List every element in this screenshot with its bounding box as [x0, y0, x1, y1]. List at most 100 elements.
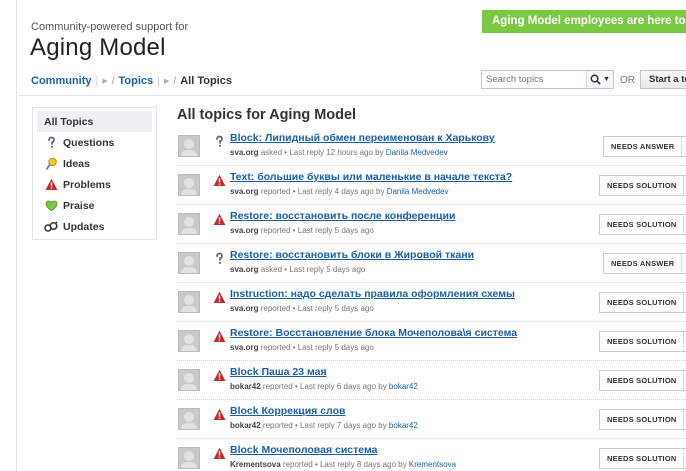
- start-topic-button[interactable]: Start a topic: [640, 70, 686, 89]
- topic-status-button[interactable]: NEEDS SOLUTION☆▼: [599, 448, 686, 469]
- topic-title-link[interactable]: Instruction: надо сделать правила оформл…: [230, 288, 515, 300]
- topic-reply-author[interactable]: Danila Medvedev: [387, 187, 449, 196]
- breadcrumb: Community | ▶ / Topics | ▶ / All Topics: [31, 75, 232, 87]
- search-input[interactable]: [482, 74, 586, 85]
- topic-action: reported: [262, 421, 293, 430]
- topic-title-link[interactable]: Block Паша 23 мая: [230, 366, 327, 378]
- warning-icon: [213, 330, 226, 343]
- topic-row[interactable]: Instruction: надо сделать правила оформл…: [177, 283, 686, 322]
- topic-row[interactable]: Block Мочеполовая система Krementsova rep…: [177, 439, 686, 471]
- topic-status-button[interactable]: NEEDS SOLUTION☆▼: [599, 409, 686, 430]
- avatar[interactable]: [178, 330, 200, 352]
- company-title: Aging Model: [30, 34, 166, 61]
- topic-row[interactable]: Text: большие буквы или маленькие в нача…: [177, 166, 686, 205]
- topic-author[interactable]: sva.org: [230, 226, 258, 235]
- topic-title-link[interactable]: Block Коррекция слов: [230, 405, 345, 417]
- star-icon[interactable]: ☆: [682, 258, 686, 269]
- breadcrumb-community[interactable]: Community: [31, 75, 92, 87]
- topic-status-button[interactable]: NEEDS SOLUTION☆▼: [599, 331, 686, 352]
- topic-status-button[interactable]: NEEDS SOLUTION☆▼: [599, 214, 686, 235]
- topic-reply-author[interactable]: bokar42: [389, 382, 418, 391]
- topic-title-link[interactable]: Text: большие буквы или маленькие в нача…: [230, 171, 512, 183]
- breadcrumb-divider: |: [157, 75, 161, 87]
- topic-meta: sva.org reported • Last reply 4 days ago…: [230, 187, 449, 196]
- topic-reply-author[interactable]: Krementsova: [409, 460, 456, 469]
- topic-title-link[interactable]: Restore: восстановить после конференции: [230, 210, 455, 222]
- topic-author[interactable]: sva.org: [230, 304, 258, 313]
- topic-status-button[interactable]: NEEDS ANSWER☆▼: [603, 136, 686, 157]
- topic-author[interactable]: bokar42: [230, 421, 261, 430]
- topic-status-button[interactable]: NEEDS ANSWER☆▼: [603, 253, 686, 274]
- warning-icon: [213, 408, 226, 421]
- sidebar-item-updates[interactable]: Updates: [37, 216, 152, 237]
- topic-action: reported: [260, 304, 291, 313]
- sidebar-item-label: Questions: [63, 136, 115, 149]
- topic-last-reply: Last reply 5 days ago: [289, 265, 366, 274]
- topic-title-link[interactable]: Restore: Восстановление блока Мочеполова…: [230, 327, 517, 339]
- topic-author[interactable]: sva.org: [230, 265, 258, 274]
- avatar[interactable]: [178, 408, 200, 430]
- topic-author[interactable]: Krementsova: [230, 460, 281, 469]
- sidebar-item-ideas[interactable]: Ideas: [37, 153, 152, 174]
- topic-meta: bokar42 reported • Last reply 6 days ago…: [230, 382, 418, 391]
- topic-title-link[interactable]: Block Мочеполовая система: [230, 444, 377, 456]
- star-icon[interactable]: ☆: [682, 141, 686, 152]
- warning-icon: [44, 178, 58, 192]
- topic-row[interactable]: Block Паша 23 мая bokar42 reported • Last…: [177, 361, 686, 400]
- warning-icon: [213, 174, 226, 187]
- avatar[interactable]: [178, 447, 200, 469]
- topic-reply-author[interactable]: Danila Medvedev: [386, 148, 448, 157]
- search-button[interactable]: ▼: [586, 71, 613, 88]
- topic-author[interactable]: bokar42: [230, 382, 261, 391]
- topic-title-link[interactable]: Restore: восстановить блоки в Жировой тк…: [230, 249, 474, 261]
- topic-row[interactable]: Block Коррекция слов bokar42 reported • L…: [177, 400, 686, 439]
- avatar[interactable]: [178, 369, 200, 391]
- topic-action: asked: [260, 148, 283, 157]
- avatar[interactable]: [178, 252, 200, 274]
- avatar[interactable]: [178, 135, 200, 157]
- topic-row[interactable]: Block: Липидный обмен переименован к Хар…: [177, 127, 686, 166]
- question-icon: [213, 135, 226, 148]
- frame-line: [16, 0, 17, 471]
- topic-row[interactable]: Restore: восстановить после конференции s…: [177, 205, 686, 244]
- topic-status-button[interactable]: NEEDS SOLUTION☆▼: [599, 175, 686, 196]
- warning-icon: [213, 291, 226, 304]
- topic-meta: sva.org reported • Last reply 5 days ago: [230, 343, 374, 352]
- search-box: ▼: [481, 70, 614, 89]
- sidebar-item-problems[interactable]: Problems: [37, 174, 152, 195]
- topic-author[interactable]: sva.org: [230, 148, 258, 157]
- topic-status-button[interactable]: NEEDS SOLUTION☆▼: [599, 292, 686, 313]
- topic-last-reply: Last reply 7 days ago by: [299, 421, 387, 430]
- breadcrumb-dropdown-icon[interactable]: ▶: [164, 77, 169, 85]
- warning-icon: [213, 447, 226, 460]
- topic-author[interactable]: sva.org: [230, 187, 258, 196]
- sidebar-item-label: Problems: [63, 178, 111, 191]
- status-badge: NEEDS SOLUTION: [600, 176, 685, 195]
- question-icon: [44, 136, 58, 150]
- question-icon: [213, 252, 226, 265]
- avatar[interactable]: [178, 174, 200, 196]
- topic-title-link[interactable]: Block: Липидный обмен переименован к Хар…: [230, 132, 495, 144]
- avatar[interactable]: [178, 213, 200, 235]
- status-badge: NEEDS SOLUTION: [600, 215, 685, 234]
- sidebar-item-all-topics[interactable]: All Topics: [37, 111, 152, 132]
- topic-meta: Krementsova reported • Last reply 8 days…: [230, 460, 457, 469]
- topic-author[interactable]: sva.org: [230, 343, 258, 352]
- avatar[interactable]: [178, 291, 200, 313]
- topic-row[interactable]: Restore: Восстановление блока Мочеполова…: [177, 322, 686, 361]
- topic-list-title: All topics for Aging Model: [177, 107, 357, 123]
- sidebar-item-questions[interactable]: Questions: [37, 132, 152, 153]
- employees-banner[interactable]: Aging Model employees are here to help: [482, 10, 686, 33]
- topic-row[interactable]: Restore: восстановить блоки в Жировой тк…: [177, 244, 686, 283]
- topic-reply-author[interactable]: bokar42: [389, 421, 418, 430]
- topic-last-reply: Last reply 8 days ago by: [319, 460, 407, 469]
- topic-last-reply: Last reply 5 days ago: [297, 343, 374, 352]
- sidebar-item-praise[interactable]: Praise: [37, 195, 152, 216]
- breadcrumb-topics[interactable]: Topics: [119, 75, 154, 87]
- breadcrumb-dropdown-icon[interactable]: ▶: [102, 77, 107, 85]
- topic-meta: sva.org reported • Last reply 5 days ago: [230, 304, 374, 313]
- topic-last-reply: Last reply 12 hours ago by: [289, 148, 384, 157]
- topic-status-button[interactable]: NEEDS SOLUTION☆▼: [599, 370, 686, 391]
- search-icon: [590, 74, 601, 85]
- topic-meta: sva.org reported • Last reply 5 days ago: [230, 226, 374, 235]
